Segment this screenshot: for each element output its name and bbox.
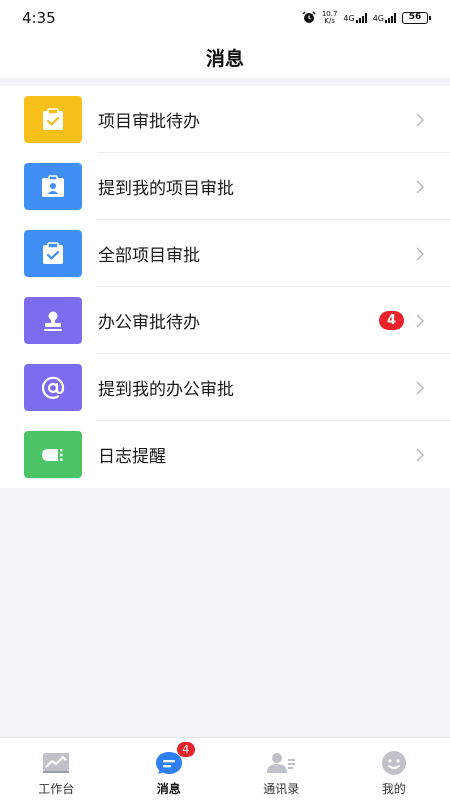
net-speed-unit: K/s (324, 17, 335, 25)
tab-label: 通讯录 (263, 782, 300, 796)
tab-label: 工作台 (38, 782, 75, 796)
chevron-right-icon (416, 179, 426, 195)
battery-icon: 56 (402, 12, 431, 24)
id-badge-icon (24, 163, 82, 210)
list-item-log-reminder[interactable]: 日志提醒 (0, 421, 450, 488)
tab-messages[interactable]: 4 消息 (113, 738, 226, 800)
signal-bars-icon (385, 13, 396, 23)
list-item-office-approval-todo[interactable]: 办公审批待办 4 (0, 287, 450, 354)
status-time: 4:35 (22, 9, 56, 27)
list-item-mentioned-project-approval[interactable]: 提到我的项目审批 (0, 153, 450, 220)
page-title: 消息 (205, 47, 244, 70)
list-item-label: 项目审批待办 (98, 112, 200, 132)
message-icon: 4 (154, 741, 196, 776)
chart-icon (41, 750, 71, 776)
status-indicators: 10.7 K/s 4G 4G 56 (302, 9, 431, 28)
title-bar: 消息 (0, 36, 450, 78)
unread-count-badge: 4 (379, 311, 404, 330)
list-item-mentioned-office-approval[interactable]: 提到我的办公审批 (0, 354, 450, 421)
list-item-label: 提到我的项目审批 (98, 179, 234, 199)
message-list: 项目审批待办 提到我的项目审批 全部项目审批 办公审批待办 4 提到我的办公审批… (0, 86, 450, 488)
net-speed: 10.7 K/s (322, 11, 338, 25)
network-type-2: 4G (372, 14, 384, 23)
list-item-label: 提到我的办公审批 (98, 380, 234, 400)
stamp-icon (24, 297, 82, 344)
alarm-icon (302, 9, 316, 28)
at-sign-icon (24, 364, 82, 411)
chevron-right-icon (416, 380, 426, 396)
chevron-right-icon (416, 313, 426, 329)
tab-contacts[interactable]: 通讯录 (225, 738, 338, 800)
profile-icon (379, 750, 409, 776)
bell-icon (24, 431, 82, 478)
chevron-right-icon (416, 447, 426, 463)
tab-label: 消息 (156, 782, 181, 796)
clipboard-check-icon (24, 96, 82, 143)
list-item-project-approval-todo[interactable]: 项目审批待办 (0, 86, 450, 153)
contacts-icon (266, 750, 296, 776)
signal-2: 4G (373, 13, 396, 23)
bottom-tab-bar: 工作台 4 消息 通讯录 我的 (0, 737, 450, 800)
status-bar: 4:35 10.7 K/s 4G 4G 56 (0, 0, 450, 36)
chevron-right-icon (416, 246, 426, 262)
tab-label: 我的 (381, 782, 406, 796)
list-item-label: 日志提醒 (98, 447, 166, 467)
tab-profile[interactable]: 我的 (338, 738, 450, 800)
clipboard-check-icon (24, 230, 82, 277)
signal-1: 4G (343, 13, 367, 23)
signal-bars-icon (355, 13, 367, 23)
tab-workbench[interactable]: 工作台 (0, 738, 113, 800)
network-type-1: 4G (343, 14, 355, 23)
tab-unread-badge: 4 (175, 741, 196, 758)
list-item-all-project-approval[interactable]: 全部项目审批 (0, 220, 450, 287)
list-item-label: 办公审批待办 (98, 313, 200, 333)
chevron-right-icon (416, 112, 426, 128)
list-item-label: 全部项目审批 (98, 246, 200, 266)
